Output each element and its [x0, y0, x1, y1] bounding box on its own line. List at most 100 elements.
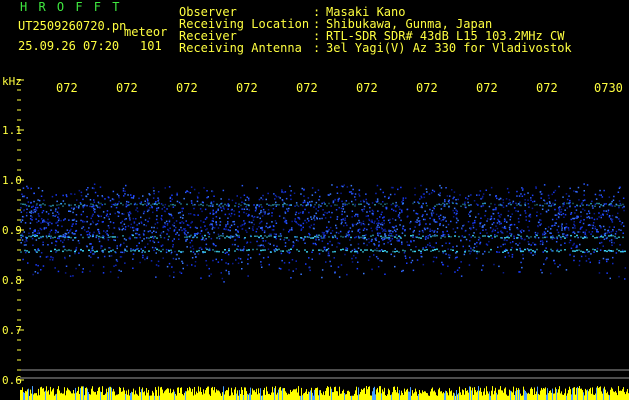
- noise-pixel: [164, 187, 166, 189]
- noise-pixel: [554, 224, 556, 226]
- noise-pixel: [548, 197, 550, 199]
- noise-pixel: [273, 233, 276, 235]
- noise-pixel: [192, 251, 195, 253]
- noise-pixel: [606, 232, 608, 234]
- noise-pixel: [146, 237, 148, 239]
- noise-pixel: [52, 212, 54, 214]
- noise-pixel: [334, 199, 336, 201]
- noise-pixel: [230, 215, 232, 217]
- noise-pixel: [432, 212, 435, 214]
- noise-pixel: [191, 202, 193, 204]
- noise-pixel: [224, 252, 227, 254]
- echo-pixel: [478, 250, 480, 253]
- noise-pixel: [573, 223, 575, 226]
- noise-pixel: [171, 198, 173, 200]
- echo-pixel: [386, 251, 388, 253]
- signal-bar-column: [177, 387, 178, 400]
- signal-bar-column: [433, 391, 434, 400]
- echo-pixel: [208, 236, 210, 238]
- echo-pixel: [82, 236, 84, 239]
- signal-bar-column: [179, 393, 180, 400]
- noise-pixel: [49, 231, 51, 233]
- echo-pixel: [600, 204, 602, 206]
- noise-pixel: [598, 272, 601, 274]
- echo-pixel: [426, 249, 428, 251]
- echo-pixel: [236, 234, 238, 237]
- noise-pixel: [441, 245, 444, 247]
- x-tick-label: 072: [416, 81, 438, 95]
- noise-pixel: [484, 250, 486, 253]
- signal-bar-column: [410, 387, 411, 400]
- noise-pixel: [51, 256, 53, 259]
- noise-pixel: [255, 208, 257, 210]
- noise-pixel: [422, 218, 425, 221]
- signal-bar-column: [484, 388, 485, 400]
- echo-pixel: [150, 204, 152, 206]
- noise-pixel: [577, 186, 580, 189]
- echo-pixel: [488, 251, 490, 253]
- y-tick-label: 1.0: [2, 174, 22, 187]
- noise-pixel: [358, 228, 361, 231]
- noise-pixel: [606, 272, 608, 274]
- noise-pixel: [506, 187, 509, 190]
- noise-pixel: [213, 231, 215, 234]
- noise-pixel: [258, 212, 261, 215]
- signal-bar-column: [567, 393, 568, 400]
- signal-bar-column: [500, 386, 501, 400]
- noise-pixel: [328, 211, 330, 213]
- noise-pixel: [50, 237, 52, 239]
- noise-pixel: [528, 206, 530, 208]
- noise-pixel: [474, 221, 476, 224]
- noise-pixel: [147, 230, 150, 233]
- noise-pixel: [479, 232, 482, 234]
- noise-pixel: [155, 252, 157, 254]
- noise-pixel: [227, 223, 229, 225]
- signal-bar-column: [169, 392, 170, 400]
- signal-bar-column: [108, 387, 109, 400]
- noise-pixel: [336, 218, 338, 220]
- noise-pixel: [323, 201, 325, 204]
- signal-bar-column: [400, 395, 401, 400]
- noise-pixel: [174, 250, 176, 253]
- noise-pixel: [170, 251, 173, 254]
- noise-pixel: [408, 244, 411, 246]
- noise-pixel: [365, 234, 367, 236]
- noise-pixel: [528, 243, 530, 245]
- signal-bar-column: [237, 390, 238, 400]
- noise-pixel: [75, 230, 77, 232]
- noise-pixel: [109, 247, 111, 249]
- signal-bar-column: [511, 391, 512, 400]
- noise-pixel: [72, 275, 74, 277]
- echo-pixel: [594, 205, 596, 207]
- noise-pixel: [340, 222, 343, 225]
- noise-pixel: [235, 202, 237, 204]
- noise-pixel: [276, 245, 278, 248]
- echo-pixel: [324, 203, 326, 205]
- noise-pixel: [438, 203, 440, 205]
- signal-bar-column: [335, 386, 336, 400]
- noise-pixel: [574, 225, 576, 227]
- noise-pixel: [335, 224, 337, 227]
- noise-pixel: [191, 264, 193, 266]
- noise-pixel: [440, 272, 442, 275]
- noise-pixel: [497, 218, 499, 221]
- noise-pixel: [504, 225, 506, 228]
- noise-pixel: [530, 252, 532, 254]
- noise-pixel: [582, 222, 585, 225]
- noise-pixel: [150, 260, 153, 262]
- signal-bar-column: [575, 394, 576, 400]
- noise-pixel: [25, 214, 28, 217]
- noise-pixel: [172, 246, 174, 248]
- echo-pixel: [484, 202, 486, 205]
- noise-pixel: [282, 228, 285, 231]
- echo-pixel: [122, 204, 124, 206]
- noise-pixel: [434, 234, 436, 236]
- noise-pixel: [35, 264, 37, 266]
- noise-pixel: [212, 209, 214, 212]
- noise-pixel: [20, 207, 22, 209]
- noise-pixel: [421, 255, 423, 258]
- noise-pixel: [401, 270, 403, 273]
- signal-bar-column: [553, 393, 554, 400]
- signal-bar-column: [224, 394, 225, 400]
- noise-pixel: [336, 216, 339, 218]
